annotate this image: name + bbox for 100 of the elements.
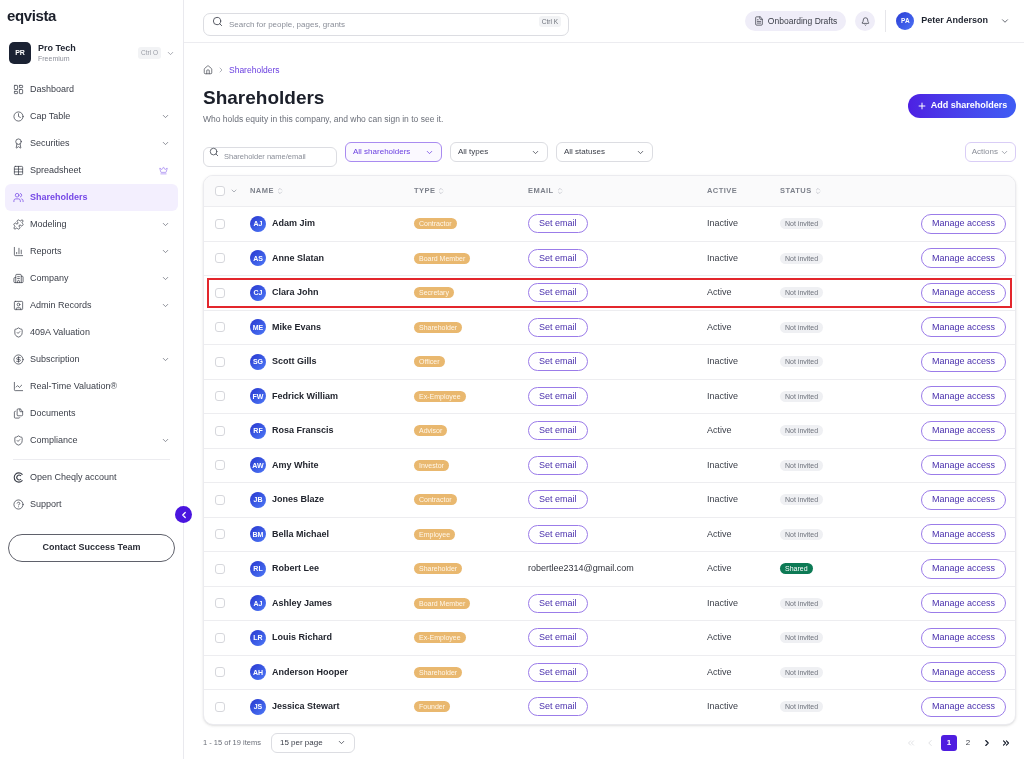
row-checkbox[interactable]	[215, 701, 225, 712]
contact-success-team-button[interactable]: Contact Success Team	[8, 534, 175, 562]
nav-item[interactable]: Reports	[5, 238, 178, 265]
app-logo[interactable]: eqvista	[7, 7, 57, 24]
manage-access-button[interactable]: Manage access	[920, 248, 1006, 269]
activity-status: Inactive	[707, 596, 739, 610]
nav-item[interactable]: Shareholders	[5, 184, 178, 211]
chevron-down-icon[interactable]	[161, 247, 170, 256]
nav-item[interactable]: Real-Time Valuation®	[5, 373, 178, 400]
page-button[interactable]: 2	[960, 734, 976, 751]
shareholder-name: Scott Gills	[272, 355, 317, 368]
manage-access-button[interactable]: Manage access	[920, 489, 1006, 510]
chevron-down-icon[interactable]	[1000, 16, 1010, 26]
set-email-button[interactable]: Set email	[528, 352, 588, 372]
nav-item[interactable]: Securities	[5, 130, 178, 157]
page-button[interactable]: 1	[941, 734, 957, 751]
row-checkbox[interactable]	[215, 529, 225, 540]
set-email-button[interactable]: Set email	[528, 455, 588, 475]
manage-access-button[interactable]: Manage access	[920, 662, 1006, 683]
chevron-down-icon[interactable]	[161, 139, 170, 148]
chevron-down-icon[interactable]	[161, 301, 170, 310]
chevron-down-icon[interactable]	[161, 274, 170, 283]
nav-item[interactable]: Compliance	[5, 427, 178, 454]
manage-access-button[interactable]: Manage access	[920, 213, 1006, 234]
nav-item[interactable]: 409A Valuation	[5, 319, 178, 346]
set-email-button[interactable]: Set email	[528, 628, 588, 648]
notifications-button[interactable]	[855, 11, 876, 31]
manage-access-button[interactable]: Manage access	[920, 558, 1006, 579]
set-email-button[interactable]: Set email	[528, 421, 588, 441]
activity-status: Active	[707, 286, 732, 299]
manage-access-button[interactable]: Manage access	[920, 593, 1006, 614]
manage-access-button[interactable]: Manage access	[920, 524, 1006, 545]
sidebar-link[interactable]: Support	[5, 491, 178, 518]
manage-access-button[interactable]: Manage access	[920, 627, 1006, 648]
manage-access-button[interactable]: Manage access	[920, 386, 1006, 407]
shareholder-name: Rosa Franscis	[272, 424, 334, 437]
row-checkbox[interactable]	[215, 598, 225, 609]
set-email-button[interactable]: Set email	[528, 214, 588, 234]
chevron-down-icon[interactable]	[161, 436, 170, 445]
nav-item[interactable]: Modeling	[5, 211, 178, 238]
chevron-down-icon[interactable]	[230, 187, 238, 195]
shareholder-name: Adam Jim	[272, 217, 315, 230]
shareholder-name: Fedrick William	[272, 389, 338, 403]
set-email-button[interactable]: Set email	[528, 593, 588, 613]
activity-status: Inactive	[707, 251, 739, 265]
manage-access-button[interactable]: Manage access	[920, 317, 1006, 338]
help-icon	[13, 499, 24, 510]
onboarding-drafts-button[interactable]: Onboarding Drafts	[744, 11, 847, 31]
nav-item[interactable]: Cap Table	[5, 103, 178, 130]
set-email-button[interactable]: Set email	[528, 490, 588, 510]
nav-item[interactable]: Spreadsheet	[5, 157, 178, 184]
sidebar-link[interactable]: Open Cheqly account	[5, 464, 178, 491]
bar-chart-icon	[13, 246, 24, 257]
set-email-button[interactable]: Set email	[528, 317, 588, 337]
select-all-checkbox[interactable]	[215, 186, 225, 196]
chevron-down-icon[interactable]	[161, 355, 170, 364]
filter-select[interactable]: All types	[450, 142, 548, 162]
set-email-button[interactable]: Set email	[528, 248, 588, 268]
nav-item[interactable]: Documents	[5, 400, 178, 427]
set-email-button[interactable]: Set email	[528, 283, 588, 303]
per-page-select[interactable]: 15 per page	[270, 732, 355, 753]
breadcrumb-link[interactable]: Shareholders	[229, 63, 280, 77]
set-email-button[interactable]: Set email	[528, 386, 588, 406]
row-checkbox[interactable]	[215, 460, 225, 471]
activity-status: Active	[707, 631, 732, 644]
manage-access-button[interactable]: Manage access	[920, 351, 1006, 372]
row-checkbox[interactable]	[215, 563, 225, 574]
page-subtitle: Who holds equity in this company, and who can sign in to see it.	[203, 114, 444, 124]
row-checkbox[interactable]	[215, 391, 225, 402]
nav-item[interactable]: Company	[5, 265, 178, 292]
filter-select[interactable]: All statuses	[556, 142, 653, 162]
row-checkbox[interactable]	[215, 667, 225, 678]
row-checkbox[interactable]	[215, 287, 225, 298]
row-checkbox[interactable]	[215, 494, 225, 505]
row-checkbox[interactable]	[215, 322, 225, 333]
activity-status: Inactive	[707, 217, 739, 230]
filter-select[interactable]: All shareholders	[345, 142, 442, 162]
home-icon[interactable]	[203, 65, 213, 75]
nav-item[interactable]: Admin Records	[5, 292, 178, 319]
nav-item[interactable]: Dashboard	[5, 76, 178, 103]
set-email-button[interactable]: Set email	[528, 662, 588, 682]
row-checkbox[interactable]	[215, 632, 225, 643]
manage-access-button[interactable]: Manage access	[920, 282, 1006, 303]
row-checkbox[interactable]	[215, 253, 225, 264]
chevron-down-icon[interactable]	[161, 112, 170, 121]
add-shareholders-button[interactable]: Add shareholders	[908, 94, 1016, 118]
row-checkbox[interactable]	[215, 218, 225, 229]
chevron-down-icon[interactable]	[161, 220, 170, 229]
shield-check-icon	[13, 327, 24, 338]
collapse-sidebar-button[interactable]	[175, 506, 192, 523]
nav-item[interactable]: Subscription	[5, 346, 178, 373]
manage-access-button[interactable]: Manage access	[920, 696, 1006, 717]
row-checkbox[interactable]	[215, 356, 225, 367]
manage-access-button[interactable]: Manage access	[920, 455, 1006, 476]
set-email-button[interactable]: Set email	[528, 524, 588, 544]
row-checkbox[interactable]	[215, 425, 225, 436]
set-email-button[interactable]: Set email	[528, 697, 588, 717]
manage-access-button[interactable]: Manage access	[920, 420, 1006, 441]
actions-button[interactable]: Actions	[964, 142, 1016, 162]
user-name[interactable]: Peter Anderson	[921, 14, 988, 28]
